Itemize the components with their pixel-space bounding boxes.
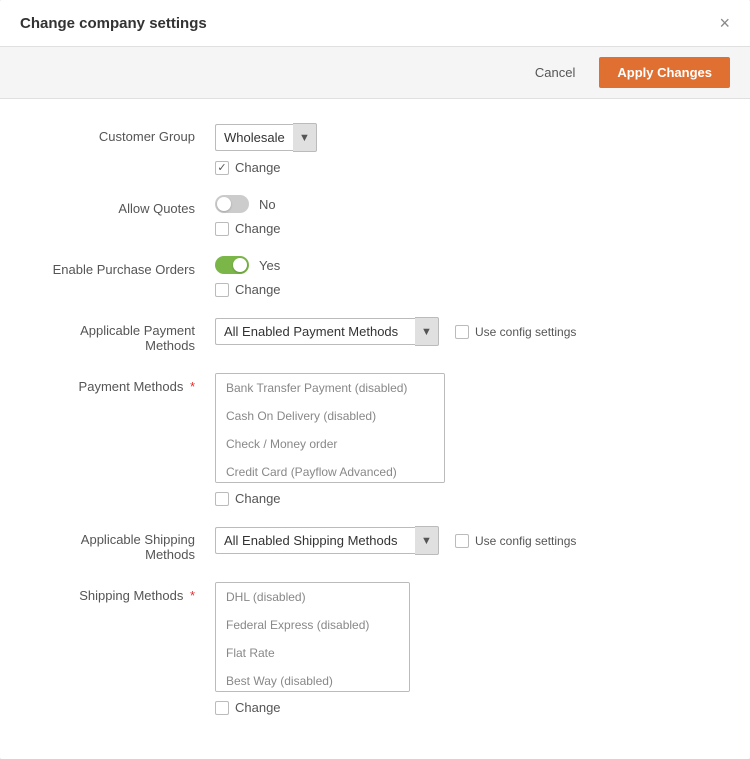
customer-group-change-row: Change bbox=[215, 160, 710, 175]
payment-methods-controls: Bank Transfer Payment (disabled) Cash On… bbox=[215, 373, 710, 506]
enable-purchase-orders-change-row: Change bbox=[215, 282, 710, 297]
allow-quotes-toggle[interactable] bbox=[215, 195, 249, 213]
payment-methods-label: Payment Methods * bbox=[40, 373, 215, 394]
list-item: Check / Money order bbox=[216, 430, 444, 458]
modal: Change company settings × Cancel Apply C… bbox=[0, 0, 750, 759]
applicable-shipping-methods-controls: All Enabled Shipping Methods Specific Sh… bbox=[215, 526, 710, 555]
applicable-payment-methods-select-arrow[interactable]: ▼ bbox=[415, 317, 439, 346]
shipping-methods-row: Shipping Methods * DHL (disabled) Federa… bbox=[40, 582, 710, 715]
shipping-methods-change-checkbox[interactable] bbox=[215, 701, 229, 715]
customer-group-label: Customer Group bbox=[40, 123, 215, 144]
applicable-payment-methods-controls: All Enabled Payment Methods Specific Pay… bbox=[215, 317, 710, 346]
enable-purchase-orders-change-label: Change bbox=[235, 282, 281, 297]
shipping-methods-label: Shipping Methods * bbox=[40, 582, 215, 603]
payment-methods-change-checkbox[interactable] bbox=[215, 492, 229, 506]
applicable-shipping-methods-row: Applicable Shipping Methods All Enabled … bbox=[40, 526, 710, 562]
list-item: Federal Express (disabled) bbox=[216, 611, 409, 639]
allow-quotes-controls: No Change bbox=[215, 195, 710, 236]
applicable-shipping-methods-applicable-row: All Enabled Shipping Methods Specific Sh… bbox=[215, 526, 710, 555]
applicable-payment-methods-row: Applicable Payment Methods All Enabled P… bbox=[40, 317, 710, 353]
shipping-methods-required: * bbox=[186, 588, 195, 603]
shipping-methods-change-row: Change bbox=[215, 700, 710, 715]
shipping-methods-change-label: Change bbox=[235, 700, 281, 715]
applicable-payment-methods-select-wrapper: All Enabled Payment Methods Specific Pay… bbox=[215, 317, 439, 346]
enable-purchase-orders-toggle[interactable] bbox=[215, 256, 249, 274]
list-item: Cash On Delivery (disabled) bbox=[216, 402, 444, 430]
customer-group-change-checkbox[interactable] bbox=[215, 161, 229, 175]
customer-group-select-wrapper: Wholesale Retail General ▼ bbox=[215, 123, 710, 152]
allow-quotes-value: No bbox=[259, 197, 276, 212]
enable-purchase-orders-label: Enable Purchase Orders bbox=[40, 256, 215, 277]
shipping-use-config-checkbox[interactable] bbox=[455, 534, 469, 548]
payment-use-config-row: Use config settings bbox=[455, 325, 576, 339]
enable-purchase-orders-change-checkbox[interactable] bbox=[215, 283, 229, 297]
applicable-payment-methods-label: Applicable Payment Methods bbox=[40, 317, 215, 353]
list-item: Credit Card (Payflow Advanced) (disabled… bbox=[216, 458, 444, 483]
customer-group-row: Customer Group Wholesale Retail General … bbox=[40, 123, 710, 175]
applicable-shipping-methods-select[interactable]: All Enabled Shipping Methods Specific Sh… bbox=[215, 527, 415, 554]
modal-title: Change company settings bbox=[20, 15, 207, 32]
list-item: Best Way (disabled) bbox=[216, 667, 409, 692]
shipping-methods-controls: DHL (disabled) Federal Express (disabled… bbox=[215, 582, 710, 715]
modal-body: Customer Group Wholesale Retail General … bbox=[0, 99, 750, 759]
enable-purchase-orders-row: Enable Purchase Orders Yes Change bbox=[40, 256, 710, 297]
allow-quotes-change-label: Change bbox=[235, 221, 281, 236]
applicable-shipping-methods-select-arrow[interactable]: ▼ bbox=[415, 526, 439, 555]
payment-use-config-checkbox[interactable] bbox=[455, 325, 469, 339]
applicable-shipping-methods-select-wrapper: All Enabled Shipping Methods Specific Sh… bbox=[215, 526, 439, 555]
shipping-use-config-label: Use config settings bbox=[475, 534, 576, 548]
payment-methods-required: * bbox=[186, 379, 195, 394]
cancel-button[interactable]: Cancel bbox=[521, 58, 589, 87]
applicable-payment-methods-applicable-row: All Enabled Payment Methods Specific Pay… bbox=[215, 317, 710, 346]
enable-purchase-orders-controls: Yes Change bbox=[215, 256, 710, 297]
customer-group-select[interactable]: Wholesale Retail General bbox=[215, 124, 293, 151]
applicable-payment-methods-select[interactable]: All Enabled Payment Methods Specific Pay… bbox=[215, 318, 415, 345]
enable-purchase-orders-toggle-row: Yes bbox=[215, 256, 710, 274]
list-item: Bank Transfer Payment (disabled) bbox=[216, 374, 444, 402]
shipping-methods-listbox[interactable]: DHL (disabled) Federal Express (disabled… bbox=[215, 582, 410, 692]
toolbar: Cancel Apply Changes bbox=[0, 47, 750, 99]
allow-quotes-toggle-row: No bbox=[215, 195, 710, 213]
shipping-use-config-row: Use config settings bbox=[455, 534, 576, 548]
allow-quotes-change-checkbox[interactable] bbox=[215, 222, 229, 236]
allow-quotes-label: Allow Quotes bbox=[40, 195, 215, 216]
customer-group-controls: Wholesale Retail General ▼ Change bbox=[215, 123, 710, 175]
close-icon[interactable]: × bbox=[719, 14, 730, 32]
list-item: DHL (disabled) bbox=[216, 583, 409, 611]
allow-quotes-change-row: Change bbox=[215, 221, 710, 236]
applicable-shipping-methods-label: Applicable Shipping Methods bbox=[40, 526, 215, 562]
customer-group-select-arrow[interactable]: ▼ bbox=[293, 123, 317, 152]
payment-methods-listbox[interactable]: Bank Transfer Payment (disabled) Cash On… bbox=[215, 373, 445, 483]
list-item: Flat Rate bbox=[216, 639, 409, 667]
allow-quotes-row: Allow Quotes No Change bbox=[40, 195, 710, 236]
payment-methods-change-label: Change bbox=[235, 491, 281, 506]
payment-methods-row: Payment Methods * Bank Transfer Payment … bbox=[40, 373, 710, 506]
payment-use-config-label: Use config settings bbox=[475, 325, 576, 339]
payment-methods-change-row: Change bbox=[215, 491, 710, 506]
modal-header: Change company settings × bbox=[0, 0, 750, 47]
enable-purchase-orders-value: Yes bbox=[259, 258, 280, 273]
apply-changes-button[interactable]: Apply Changes bbox=[599, 57, 730, 88]
customer-group-change-label: Change bbox=[235, 160, 281, 175]
